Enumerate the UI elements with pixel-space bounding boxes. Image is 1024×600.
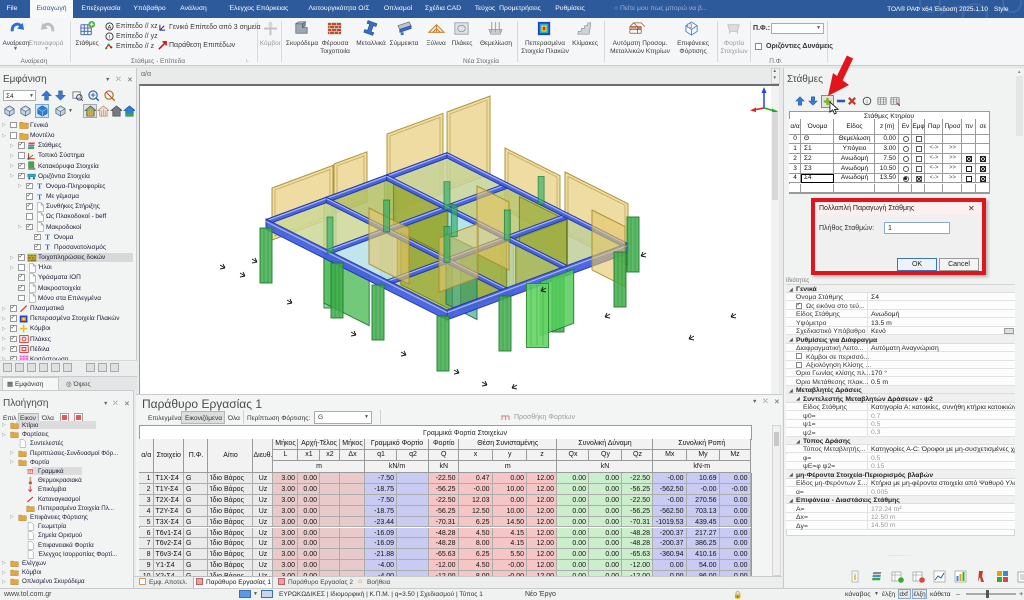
svg-text:i: i xyxy=(854,572,857,582)
svg-text:T: T xyxy=(37,182,43,191)
svg-text:T: T xyxy=(45,233,51,242)
svg-text:T: T xyxy=(45,243,51,252)
svg-text:A: A xyxy=(108,25,112,31)
svg-text:T: T xyxy=(37,192,43,201)
